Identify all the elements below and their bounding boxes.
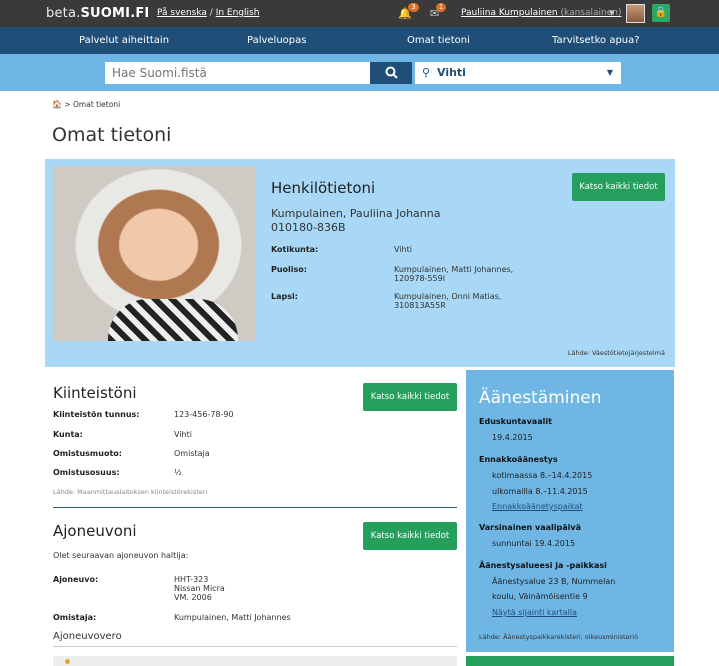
person-card: Henkilötietoni Kumpulainen, Pauliina Joh… (45, 159, 675, 367)
breadcrumb: 🏠 > Omat tietoni (52, 100, 121, 109)
property-view-all-button[interactable]: Katso kaikki tiedot (363, 383, 457, 411)
field-label: Lapsi: (271, 292, 298, 301)
nav-item-need-help[interactable]: Tarvitsetko apua? (552, 35, 640, 46)
voting-place-heading: Äänestysalueesi ja -paikkasi (479, 561, 607, 570)
breadcrumb-current: Omat tietoni (73, 100, 121, 109)
page-title: Omat tietoni (52, 124, 172, 146)
person-source: Lähde: Väestötietojärjestelmä (567, 349, 665, 357)
voting-panel: Äänestäminen Eduskuntavaalit 19.4.2015 E… (466, 370, 674, 652)
vehicle-tax-title: Ajoneuvovero (53, 631, 122, 642)
notification-badge: 3 (408, 3, 419, 12)
user-name: Pauliina Kumpulainen (461, 8, 558, 18)
lang-english-link[interactable]: In English (216, 8, 260, 18)
chevron-down-icon[interactable]: ▼ (609, 9, 614, 17)
search-button[interactable] (370, 62, 412, 84)
nav-item-services-by-topic[interactable]: Palvelut aiheittain (79, 35, 169, 46)
election-date: 19.4.2015 (492, 433, 533, 442)
home-icon[interactable]: 🏠 (52, 100, 62, 109)
property-value: Vihti (174, 430, 192, 439)
nav-item-my-info[interactable]: Omat tietoni (407, 35, 470, 46)
property-title: Kiinteistöni (53, 384, 137, 402)
voting-title: Äänestäminen (479, 388, 602, 408)
field-value: Kumpulainen, Matti Johannes, (394, 265, 514, 274)
lock-icon: 🔒 (654, 7, 668, 18)
election-day-heading: Varsinainen vaalipäivä (479, 523, 582, 532)
profile-photo (53, 166, 256, 341)
nav-item-service-guide[interactable]: Palveluopas (247, 35, 306, 46)
vehicle-label: Ajoneuvo: (53, 575, 99, 584)
search-input[interactable] (105, 62, 370, 84)
person-view-all-button[interactable]: Katso kaikki tiedot (572, 173, 665, 201)
property-label: Omistusmuoto: (53, 449, 122, 458)
property-label: Omistusosuus: (53, 468, 120, 477)
advance-home: kotimaassa 8.–14.4.2015 (492, 471, 593, 480)
search-bar: ⚲ Vihti ▼ (0, 54, 719, 91)
vehicles-view-all-button[interactable]: Katso kaikki tiedot (363, 522, 457, 550)
show-on-map-link[interactable]: Näytä sijainti kartalla (492, 608, 577, 617)
map-pin-icon: ⚲ (422, 66, 431, 79)
voting-place-line: koulu, Väinämöisentie 9 (492, 592, 588, 601)
vehicles-intro: Olet seuraavan ajoneuvon haltija: (53, 551, 189, 560)
field-label: Puoliso: (271, 265, 307, 274)
section-divider (53, 507, 457, 508)
top-bar: beta.SUOMI.FI På svenska / In English 🔔 … (0, 0, 719, 27)
dropdown-arrow-icon: ▼ (606, 68, 613, 77)
advance-abroad: ulkomailla 8.–11.4.2015 (492, 487, 588, 496)
owner-label: Omistaja: (53, 613, 97, 622)
voting-place-line: Äänestysalue 23 B, Nummelan (492, 577, 616, 586)
messages-button[interactable]: ✉ 1 (430, 3, 447, 20)
owner-value: Kumpulainen, Matti Johannes (174, 613, 291, 622)
election-name: Eduskuntavaalit (479, 417, 552, 426)
vehicle-line: HHT-323 (174, 575, 209, 584)
property-value: ½ (174, 468, 182, 477)
location-select[interactable]: ⚲ Vihti ▼ (415, 62, 621, 84)
property-value: 123-456-78-90 (174, 410, 234, 419)
language-links: På svenska / In English (157, 8, 260, 18)
site-logo[interactable]: beta.SUOMI.FI (46, 6, 149, 21)
message-badge: 1 (435, 3, 447, 12)
field-value: 310813A55R (394, 301, 446, 310)
lang-swedish-link[interactable]: På svenska (157, 8, 207, 18)
location-value: Vihti (437, 66, 466, 79)
property-label: Kiinteistön tunnus: (53, 410, 140, 419)
tax-divider (53, 646, 457, 647)
main-nav: Palvelut aiheittain Palveluopas Omat tie… (0, 27, 719, 54)
property-label: Kunta: (53, 430, 83, 439)
sidebar-next-card (466, 656, 674, 666)
user-menu[interactable]: Pauliina Kumpulainen (kansalainen) (461, 8, 621, 18)
person-title: Henkilötietoni (271, 179, 376, 197)
person-name: Kumpulainen, Pauliina Johanna (271, 207, 441, 220)
property-value: Omistaja (174, 449, 210, 458)
vehicle-line: VM. 2006 (174, 593, 212, 602)
warning-icon (65, 659, 70, 664)
photo-shirt (108, 299, 238, 341)
notifications-button[interactable]: 🔔 3 (398, 3, 419, 20)
election-day-value: sunnuntai 19.4.2015 (492, 539, 576, 548)
field-label: Kotikunta: (271, 245, 319, 254)
search-icon (385, 66, 398, 79)
field-value: Kumpulainen, Onni Matias, (394, 292, 502, 301)
vehicle-line: Nissan Micra (174, 584, 225, 593)
field-value: 120978-559l (394, 274, 445, 283)
field-value: Vihti (394, 245, 412, 254)
advance-places-link[interactable]: Ennakkoäänetyspaikat (492, 502, 583, 511)
avatar[interactable] (626, 4, 645, 23)
vehicles-title: Ajoneuvoni (53, 522, 137, 540)
person-id: 010180-836B (271, 221, 346, 234)
advance-voting-heading: Ennakkoäänestys (479, 455, 558, 464)
voting-source: Lähde: Äänestyspaikkarekisteri, oikeusmi… (479, 633, 639, 641)
logout-button[interactable]: 🔒 (652, 4, 670, 22)
property-source: Lähde: Maanmittauslaitoksen kiinteistöre… (53, 488, 208, 496)
vehicle-tax-notice (53, 656, 457, 666)
